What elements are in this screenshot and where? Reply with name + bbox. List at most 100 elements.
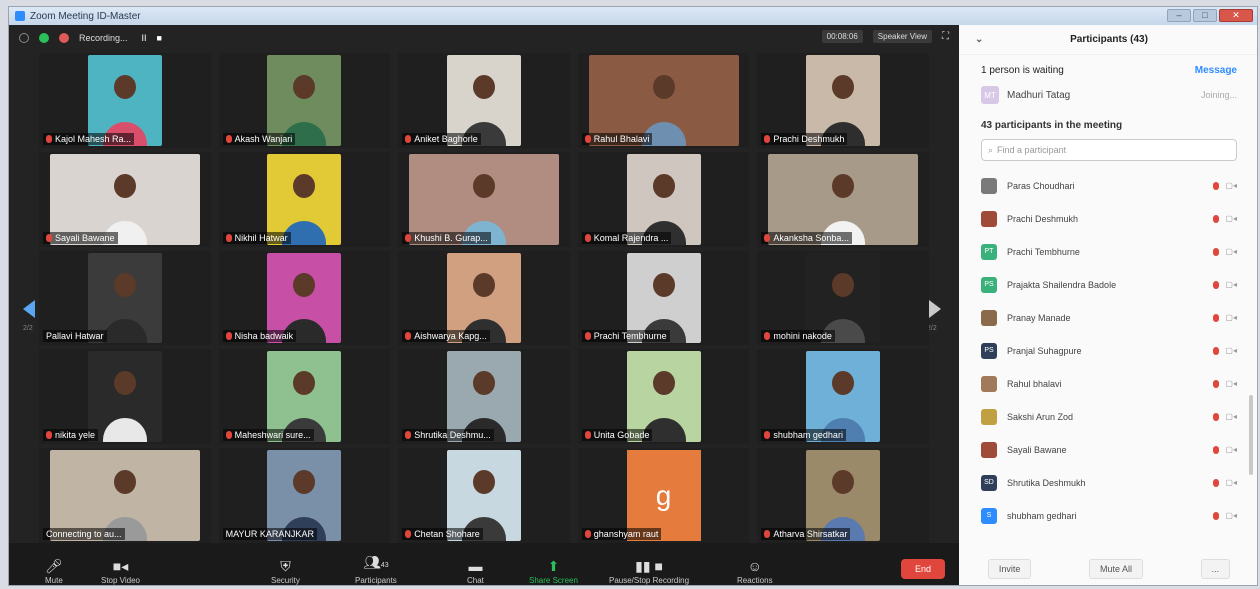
pause-stop-recording-button[interactable]: ▮▮ ■ Pause/Stop Recording: [609, 558, 689, 585]
participant-head: [652, 74, 675, 99]
participants-label: Participants: [355, 576, 397, 585]
chat-button[interactable]: ▬ Chat: [467, 558, 484, 585]
find-participant-input[interactable]: ⌕ Find a participant: [981, 139, 1237, 161]
video-tile[interactable]: Aishwarya Kapg...: [398, 250, 570, 346]
video-tile[interactable]: Pallavi Hatwar: [39, 250, 211, 346]
muted-microphone-icon: [1213, 247, 1220, 256]
meeting-info-icon[interactable]: [19, 33, 29, 43]
participant-row[interactable]: SD Shrutika Deshmukh ▢◂: [981, 466, 1237, 499]
stop-recording-icon[interactable]: ■: [157, 33, 162, 43]
video-tile[interactable]: Prachi Tembhurne: [577, 250, 750, 346]
participant-row[interactable]: Rahul bhalavi ▢◂: [981, 367, 1237, 400]
pause-recording-icon[interactable]: II: [142, 33, 147, 43]
video-tile[interactable]: Sayali Bawane: [39, 151, 211, 247]
video-off-icon: ▢◂: [1225, 379, 1237, 388]
participant-name-label: MAYUR KARANJKAR: [222, 528, 317, 540]
participant-name-label: Pallavi Hatwar: [43, 330, 107, 343]
participant-name: Prachi Tembhurne: [593, 331, 667, 342]
participant-list: Paras Choudhari ▢◂ Prachi Deshmukh ▢◂ PT Prac…: [959, 169, 1257, 532]
muted-microphone-icon: [764, 332, 771, 341]
video-tile[interactable]: Maheshwari sure...: [218, 349, 391, 445]
participant-head: [832, 272, 855, 297]
participant-row-name: Prajakta Shailendra Badole: [1007, 279, 1117, 290]
participant-name-label: nikita yele: [43, 429, 99, 442]
participant-name: Connecting to au...: [46, 529, 122, 539]
participant-row[interactable]: PS Pranjal Suhagpure ▢◂: [981, 334, 1237, 367]
chevron-down-icon[interactable]: ⌄: [975, 34, 983, 45]
participant-row[interactable]: Sakshi Arun Zod ▢◂: [981, 400, 1237, 433]
participant-name-label: Unita Gobade: [581, 429, 653, 442]
invite-button[interactable]: Invite: [987, 559, 1032, 579]
video-tile[interactable]: Nisha badwaik: [218, 250, 391, 346]
video-tile[interactable]: MAYUR KARANJKAR: [218, 448, 391, 543]
video-tile[interactable]: shubham gedhari: [757, 349, 929, 445]
video-tile[interactable]: Atharva Shirsatkar: [757, 448, 929, 543]
participant-name-label: Aniket Baghorle: [402, 132, 481, 145]
avatar: [981, 309, 997, 326]
video-tile[interactable]: Akash Wanjari: [218, 53, 391, 148]
video-tile[interactable]: Akanksha Sonba...: [757, 151, 929, 247]
video-tile[interactable]: Prachi Deshmukh: [757, 53, 929, 148]
share-screen-button[interactable]: ⬆ Share Screen: [529, 558, 578, 585]
participant-head: [113, 74, 136, 99]
waiting-participant-row[interactable]: MT Madhuri Tatag Joining...: [959, 80, 1257, 110]
muted-microphone-icon: [225, 431, 232, 440]
security-button[interactable]: ⛨ Security: [271, 558, 300, 585]
mute-all-button[interactable]: Mute All: [1088, 559, 1143, 579]
muted-microphone-icon: [584, 431, 591, 440]
zoom-window: Zoom Meeting ID-Master – □ ✕ Recording..…: [8, 6, 1258, 586]
window-title: Zoom Meeting ID-Master: [30, 10, 141, 22]
end-meeting-button[interactable]: End: [900, 559, 945, 579]
video-tile[interactable]: Nikhil Hatwar: [218, 151, 391, 247]
video-tile[interactable]: nikita yele: [39, 349, 211, 445]
participant-name-label: Kajol Mahesh Ra...: [43, 132, 135, 145]
video-tile[interactable]: Unita Gobade: [577, 349, 750, 445]
participant-row[interactable]: Prachi Deshmukh ▢◂: [981, 202, 1237, 235]
video-tile[interactable]: Rahul Bhalavi: [577, 53, 750, 148]
participant-row[interactable]: PS Prajakta Shailendra Badole ▢◂: [981, 268, 1237, 301]
video-tile[interactable]: Connecting to au...: [39, 448, 211, 543]
participant-head: [293, 371, 316, 396]
video-tile[interactable]: Shrutika Deshmu...: [398, 349, 570, 445]
participant-list-scrollbar[interactable]: [1249, 395, 1253, 475]
close-button[interactable]: ✕: [1219, 9, 1253, 22]
participant-name: Pallavi Hatwar: [46, 331, 104, 342]
avatar: [981, 210, 997, 227]
video-tile[interactable]: mohini nakode: [757, 250, 929, 346]
participant-row[interactable]: Sayali Bawane ▢◂: [981, 433, 1237, 466]
participant-name: Aniket Baghorle: [414, 133, 478, 144]
avatar: PS: [981, 276, 997, 293]
participants-button[interactable]: 👥︎43 Participants: [355, 554, 397, 585]
video-tile[interactable]: Chetan Shohare: [398, 448, 570, 543]
stop-video-button[interactable]: ■◂ Stop Video: [101, 558, 140, 585]
participant-name: mohini nakode: [773, 331, 832, 342]
video-tile[interactable]: Aniket Baghorle: [398, 53, 570, 148]
reactions-button[interactable]: ☺ Reactions: [737, 558, 773, 585]
participant-row[interactable]: Paras Choudhari ▢◂: [981, 169, 1237, 202]
participant-body: [102, 319, 147, 344]
video-tile[interactable]: Komal Rajendra ...: [577, 151, 750, 247]
video-tile[interactable]: g ghanshyam raut: [577, 448, 750, 543]
maximize-button[interactable]: □: [1193, 9, 1217, 22]
next-page-arrow-icon[interactable]: [929, 300, 941, 318]
participant-row[interactable]: Sshubham gedhari ▢◂: [981, 499, 1237, 532]
fullscreen-icon[interactable]: ⛶: [942, 31, 949, 42]
mute-button[interactable]: 🎤︎ Mute: [45, 558, 63, 585]
more-options-button[interactable]: ...: [1200, 559, 1231, 579]
previous-page-arrow-icon[interactable]: [23, 300, 35, 318]
participant-head: [652, 371, 675, 396]
recording-dot-icon: [59, 33, 69, 43]
participant-row-name: Prachi Deshmukh: [1007, 213, 1079, 224]
encryption-shield-icon[interactable]: [39, 33, 49, 43]
participants-count: 43: [380, 562, 389, 569]
muted-microphone-icon: [584, 332, 591, 341]
video-tile[interactable]: Kajol Mahesh Ra...: [39, 53, 211, 148]
speaker-view-button[interactable]: Speaker View: [872, 30, 932, 43]
message-waiting-button[interactable]: Message: [1195, 65, 1237, 76]
participant-name: MAYUR KARANJKAR: [225, 529, 314, 539]
participant-row[interactable]: PT Prachi Tembhurne ▢◂: [981, 235, 1237, 268]
participant-name-label: Nisha badwaik: [222, 330, 297, 343]
minimize-button[interactable]: –: [1167, 9, 1191, 22]
video-tile[interactable]: Khushi B. Gurap...: [398, 151, 570, 247]
participant-row[interactable]: Pranay Manade ▢◂: [981, 301, 1237, 334]
